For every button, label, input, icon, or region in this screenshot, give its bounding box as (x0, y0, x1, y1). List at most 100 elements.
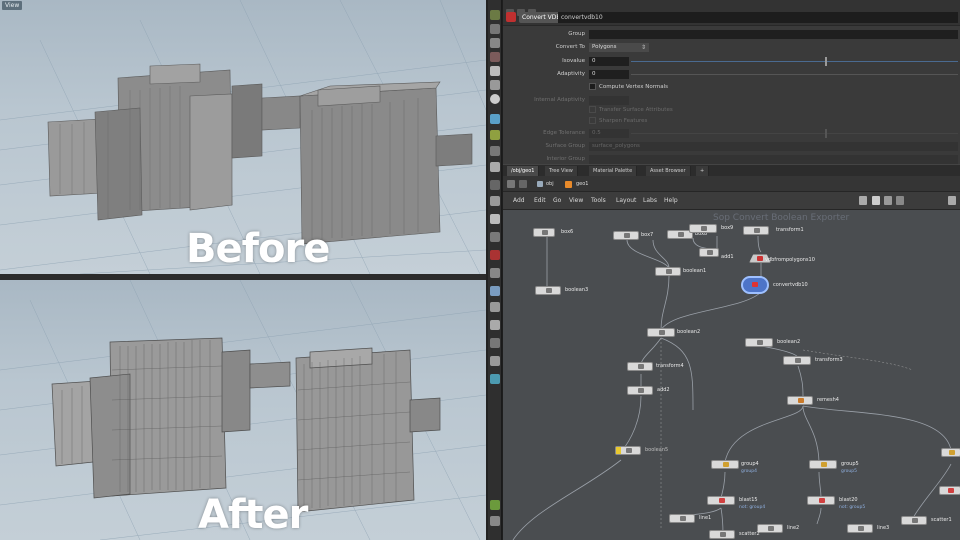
node-add2[interactable] (627, 386, 653, 395)
transfer-checkbox[interactable] (589, 106, 596, 113)
list-network-icon[interactable] (896, 196, 904, 205)
node-line3[interactable] (847, 524, 873, 533)
snap-icon[interactable] (490, 114, 500, 124)
node-transform1[interactable] (743, 226, 769, 235)
isovalue-field[interactable]: 0 (589, 57, 629, 66)
back-arrow-icon[interactable] (507, 180, 515, 188)
node-convertvdb10[interactable] (741, 276, 769, 294)
node-box6[interactable] (533, 228, 555, 237)
network-options-icon[interactable] (948, 196, 956, 205)
node-blast20[interactable] (807, 496, 835, 505)
wrench-icon[interactable] (859, 196, 867, 205)
view-tool-icon[interactable] (490, 94, 500, 104)
node-line1[interactable] (669, 514, 695, 523)
edge-tolerance-thumb[interactable] (825, 129, 827, 138)
interior-group-field[interactable] (589, 155, 958, 164)
node-name-field[interactable]: convertvdb10 (558, 12, 958, 23)
move-tool-icon[interactable] (490, 24, 500, 34)
ruler-icon[interactable] (490, 214, 500, 224)
rotate-tool-icon[interactable] (490, 38, 500, 48)
status-ok-icon[interactable] (490, 500, 500, 510)
menu-layout[interactable]: Layout (616, 196, 636, 206)
node-transform3[interactable] (783, 356, 811, 365)
node-remesh4[interactable] (787, 396, 813, 405)
lighting-icon[interactable] (490, 356, 500, 366)
tab-asset-browser[interactable]: Asset Browser (646, 166, 691, 176)
handle-tool-icon[interactable] (490, 66, 500, 76)
settings-icon[interactable] (490, 516, 500, 526)
viewport-label[interactable]: View (2, 1, 23, 10)
point-snap-icon[interactable] (490, 162, 500, 172)
sharpen-checkbox[interactable] (589, 117, 596, 124)
node-box9[interactable] (689, 224, 717, 233)
edge-tolerance-field[interactable]: 0.5 (589, 129, 629, 138)
menu-go[interactable]: Go (553, 196, 561, 206)
viewport-after[interactable]: After (0, 280, 486, 540)
node-boolean2[interactable] (647, 328, 675, 337)
tab-add-button[interactable]: + (696, 166, 710, 176)
adaptivity-slider[interactable] (631, 74, 958, 75)
menu-help[interactable]: Help (664, 196, 678, 206)
grid-network-icon[interactable] (884, 196, 892, 205)
surface-group-field[interactable]: surface_polygons (589, 142, 958, 151)
node-scatter2[interactable] (709, 530, 735, 539)
menu-tools[interactable]: Tools (591, 196, 606, 206)
node-group5[interactable] (809, 460, 837, 469)
convert-to-select[interactable]: Polygons (589, 43, 649, 52)
node-boolean1[interactable] (655, 267, 681, 276)
background-icon[interactable] (490, 374, 500, 384)
adaptivity-field[interactable]: 0 (589, 70, 629, 79)
path-geo1[interactable]: geo1 (576, 180, 589, 189)
path-obj[interactable]: obj (546, 180, 554, 189)
isovalue-slider[interactable] (631, 57, 958, 66)
bypass-flag[interactable] (616, 447, 621, 454)
display-options-icon[interactable] (490, 286, 500, 296)
visibility-icon[interactable] (490, 338, 500, 348)
isovalue-slider-thumb[interactable] (825, 57, 827, 66)
menu-labs[interactable]: Labs (643, 196, 657, 206)
pose-tool-icon[interactable] (490, 80, 500, 90)
menu-edit[interactable]: Edit (534, 196, 546, 206)
select-tool-icon[interactable] (490, 10, 500, 20)
node-boolean5[interactable] (615, 446, 641, 455)
menu-view[interactable]: View (569, 196, 583, 206)
wireframe-icon[interactable] (490, 320, 500, 330)
node-boolean-right[interactable] (745, 338, 773, 347)
node-right-partial[interactable] (939, 486, 960, 495)
node-transform4[interactable] (627, 362, 653, 371)
node-add1[interactable] (699, 248, 719, 257)
tab-tree-view[interactable]: Tree View (545, 166, 578, 176)
viewport-toolbar (488, 0, 502, 540)
boolean-node-icon (546, 288, 552, 293)
paint-icon[interactable] (490, 180, 500, 190)
network-menubar: Add Edit Go View Tools Layout Labs Help (503, 192, 960, 210)
viewport-before[interactable]: View Before (0, 0, 486, 274)
grid-snap-icon[interactable] (490, 130, 500, 140)
node-box9-label: box9 (721, 225, 734, 231)
menu-add[interactable]: Add (513, 196, 525, 206)
prim-snap-icon[interactable] (490, 146, 500, 156)
node-box7[interactable] (613, 231, 639, 240)
building-after-right (295, 347, 441, 513)
light-icon[interactable] (490, 268, 500, 278)
snap-network-icon[interactable] (872, 196, 880, 205)
scale-tool-icon[interactable] (490, 52, 500, 62)
node-line2[interactable] (757, 524, 783, 533)
node-transform1-label: transform1 (776, 227, 804, 233)
node-group4[interactable] (711, 460, 739, 469)
shading-icon[interactable] (490, 302, 500, 312)
forward-arrow-icon[interactable] (519, 180, 527, 188)
node-scatter1[interactable] (901, 516, 927, 525)
group-field[interactable] (589, 30, 958, 39)
tab-material-palette[interactable]: Material Palette (589, 166, 638, 176)
camera-icon[interactable] (490, 232, 500, 242)
network-editor[interactable]: Sop Convert Boolean Exporter box6 boolea… (503, 210, 960, 540)
node-boolean3[interactable] (535, 286, 561, 295)
tab-obj-geo1[interactable]: /obj/geo1 (507, 166, 540, 176)
record-icon[interactable] (490, 250, 500, 260)
edge-tolerance-slider[interactable] (631, 129, 958, 138)
compute-normals-checkbox[interactable] (589, 83, 596, 90)
node-group-right[interactable] (941, 448, 960, 457)
node-blast15[interactable] (707, 496, 735, 505)
brush-icon[interactable] (490, 196, 500, 206)
